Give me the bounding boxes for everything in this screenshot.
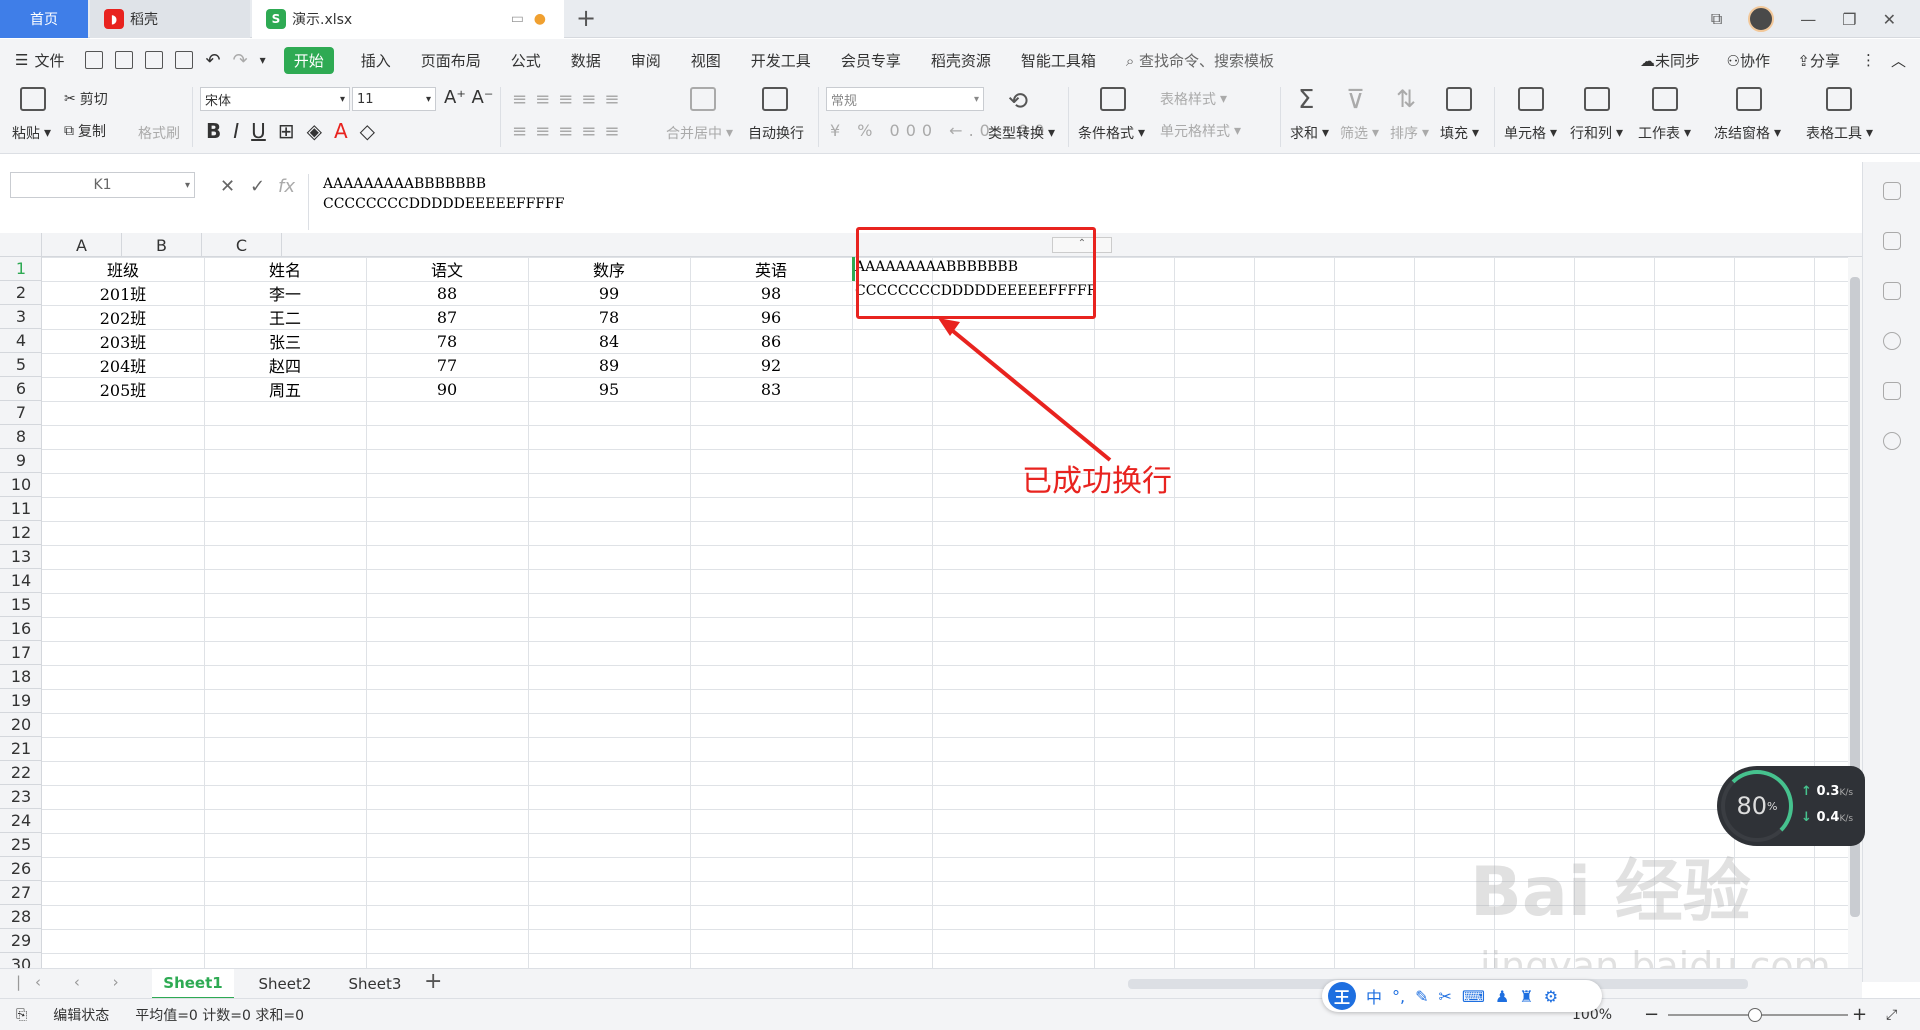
annotation-label: 已成功换行	[1022, 464, 1172, 499]
cpu-gauge: 80%	[1721, 770, 1793, 842]
ime-punctuation-icon[interactable]: °,	[1392, 987, 1405, 1006]
download-speed: 0.4	[1816, 810, 1840, 825]
download-arrow-icon: ↓	[1801, 810, 1812, 825]
ime-pen-icon[interactable]: ✎	[1415, 987, 1428, 1006]
ime-skin-icon[interactable]: ♜	[1519, 987, 1533, 1006]
ime-scissors-icon[interactable]: ✂	[1439, 987, 1452, 1006]
settings-sliders-icon[interactable]	[1883, 232, 1901, 250]
download-unit: K/s	[1839, 814, 1854, 824]
ime-language[interactable]: 中	[1366, 984, 1382, 1008]
zoom-in-icon[interactable]: +	[1852, 1004, 1867, 1025]
selection-stats: 平均值=0 计数=0 求和=0	[135, 1007, 305, 1024]
ime-keyboard-icon[interactable]: ⌨	[1462, 987, 1485, 1006]
edit-mode-status: 编辑状态	[53, 1007, 110, 1024]
macro-icon[interactable]: ⎘	[16, 1007, 27, 1023]
ime-settings-icon[interactable]: ⚙	[1544, 987, 1558, 1006]
select-tool-icon[interactable]	[1883, 182, 1901, 200]
backup-icon[interactable]	[1883, 382, 1901, 400]
add-sheet-icon[interactable]: +	[424, 969, 442, 994]
zoom-slider-thumb[interactable]	[1748, 1008, 1762, 1022]
baidu-watermark: Bai 经验	[1470, 853, 1751, 932]
help-icon[interactable]	[1883, 332, 1901, 350]
upload-unit: K/s	[1839, 788, 1854, 798]
cpu-percent: 80	[1736, 792, 1768, 820]
zoom-out-icon[interactable]: −	[1644, 1004, 1659, 1025]
right-side-panel	[1862, 162, 1920, 982]
sheet-tab-2[interactable]: Sheet2	[244, 969, 326, 999]
upload-arrow-icon: ↑	[1801, 784, 1812, 799]
status-bar: ⎘ 编辑状态 平均值=0 计数=0 求和=0 100% − + ⤢	[0, 998, 1920, 1030]
ime-user-icon[interactable]: ♟	[1495, 987, 1509, 1006]
lightning-icon[interactable]	[1883, 432, 1901, 450]
sheet-tab-1[interactable]: Sheet1	[152, 969, 234, 999]
cpu-unit: %	[1767, 799, 1778, 813]
ime-logo[interactable]: 王	[1328, 982, 1356, 1010]
upload-speed: 0.3	[1816, 784, 1840, 799]
fullscreen-icon[interactable]: ⤢	[1886, 1007, 1897, 1023]
ime-toolbar[interactable]: 王 中 °, ✎ ✂ ⌨ ♟ ♜ ⚙	[1322, 980, 1602, 1012]
network-speed-widget[interactable]: 80% ↑ 0.3K/s ↓ 0.4K/s	[1717, 766, 1865, 846]
sheet-tab-3[interactable]: Sheet3	[334, 969, 416, 999]
transfer-icon[interactable]	[1883, 282, 1901, 300]
